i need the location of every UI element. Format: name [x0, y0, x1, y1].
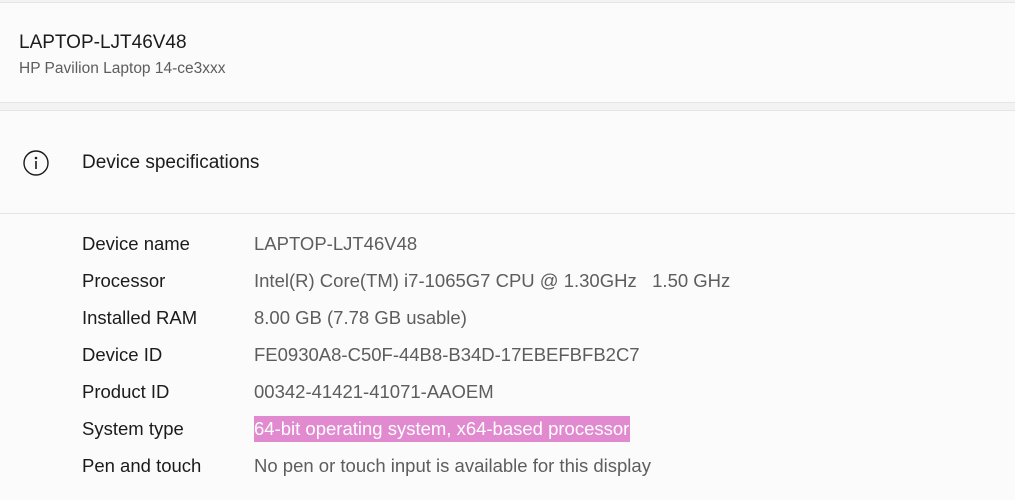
spec-row-processor: Processor Intel(R) Core(TM) i7-1065G7 CP…	[0, 264, 1015, 301]
spec-value[interactable]: No pen or touch input is available for t…	[254, 455, 651, 477]
device-model-label: HP Pavilion Laptop 14-ce3xxx	[19, 60, 226, 77]
spec-row-device-id: Device ID FE0930A8-C50F-44B8-B34D-17EBEF…	[0, 338, 1015, 375]
spec-label: Device ID	[82, 344, 163, 365]
spec-label: Pen and touch	[82, 455, 202, 476]
spec-row-installed-ram: Installed RAM 8.00 GB (7.78 GB usable)	[0, 301, 1015, 338]
device-specifications-header[interactable]: Device specifications	[0, 111, 1015, 214]
spec-value[interactable]: LAPTOP-LJT46V48	[254, 233, 417, 255]
spec-label: Installed RAM	[82, 307, 198, 328]
spec-label: Device name	[82, 233, 190, 254]
spec-value[interactable]: 8.00 GB (7.78 GB usable)	[254, 307, 467, 329]
device-name-heading[interactable]: LAPTOP-LJT46V48	[19, 32, 187, 54]
spec-row-product-id: Product ID 00342-41421-41071-AAOEM	[0, 375, 1015, 412]
device-specifications-section: Device specifications Device name LAPTOP…	[0, 110, 1015, 500]
spec-value-selected[interactable]: 64-bit operating system, x64-based proce…	[254, 416, 631, 442]
spec-value[interactable]: FE0930A8-C50F-44B8-B34D-17EBEFBFB2C7	[254, 344, 640, 366]
device-specifications-title: Device specifications	[82, 152, 260, 173]
spec-row-device-name: Device name LAPTOP-LJT46V48	[0, 227, 1015, 264]
spec-row-system-type: System type 64-bit operating system, x64…	[0, 412, 1015, 449]
spec-label: System type	[82, 418, 184, 439]
spec-value[interactable]: 00342-41421-41071-AAOEM	[254, 381, 494, 403]
info-icon	[23, 150, 49, 176]
device-card: LAPTOP-LJT46V48 HP Pavilion Laptop 14-ce…	[0, 2, 1015, 103]
spec-row-pen-and-touch: Pen and touch No pen or touch input is a…	[0, 449, 1015, 486]
spec-label: Product ID	[82, 381, 170, 402]
spec-label: Processor	[82, 270, 166, 291]
spec-value[interactable]: Intel(R) Core(TM) i7-1065G7 CPU @ 1.30GH…	[254, 270, 730, 292]
